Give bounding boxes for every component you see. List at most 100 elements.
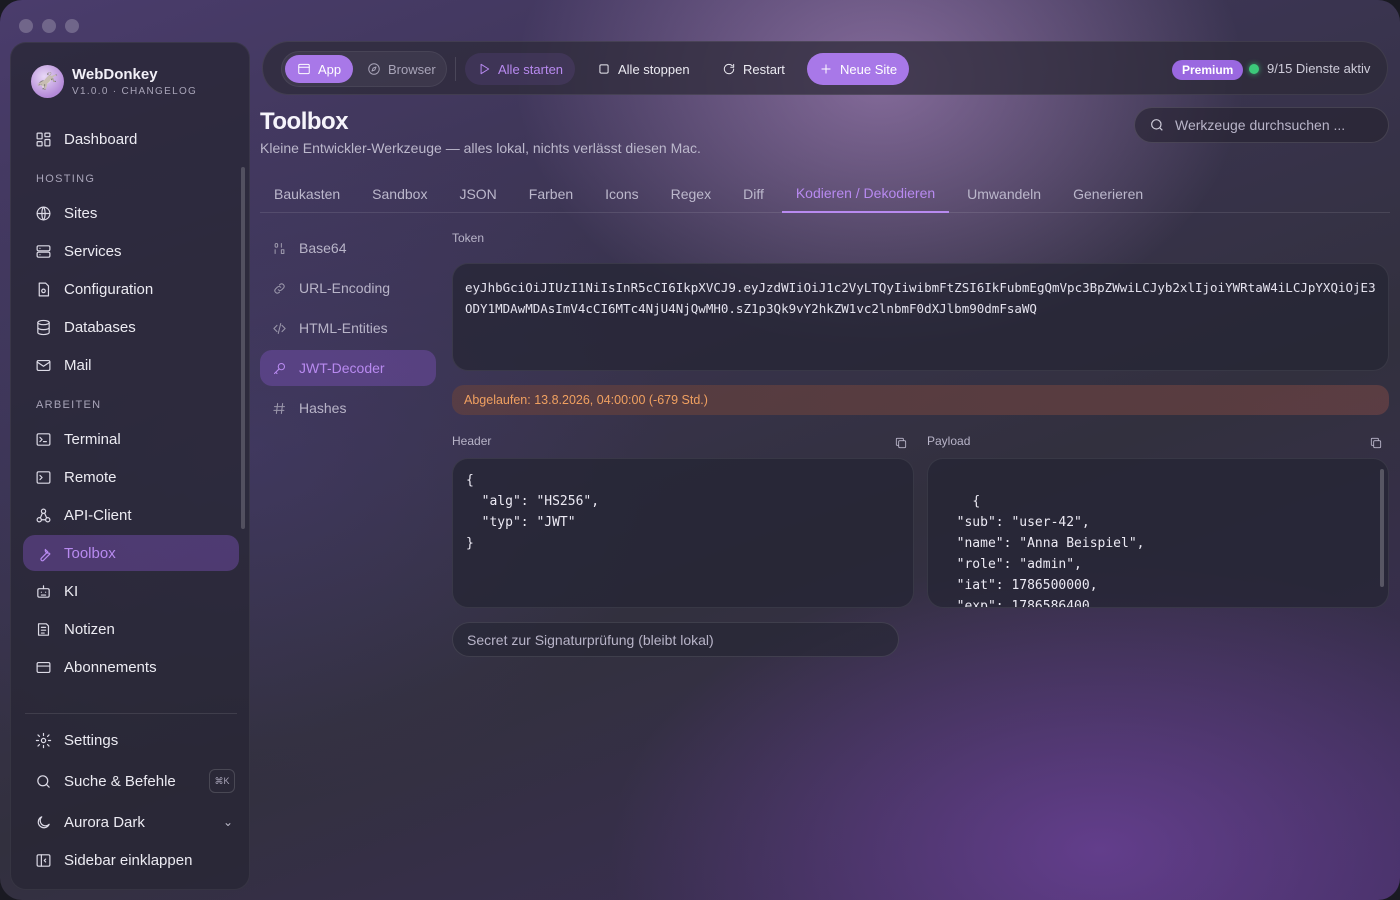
tab-json[interactable]: JSON: [445, 175, 510, 213]
new-site-button[interactable]: Neue Site: [807, 53, 910, 85]
tool-search-input[interactable]: [1175, 117, 1375, 133]
sidebar-item-search[interactable]: Suche & Befehle ⌘K: [23, 763, 239, 799]
sidebar-item-label: Toolbox: [64, 544, 116, 562]
sidebar-scrollbar[interactable]: [241, 167, 245, 529]
tool-jwt-decoder[interactable]: JWT-Decoder: [260, 350, 436, 386]
sidebar-item-label: Sites: [64, 204, 98, 222]
sidebar-item-abonnements[interactable]: Abonnements: [23, 649, 239, 685]
browser-mode-label: Browser: [388, 61, 436, 77]
top-toolbar: App Browser Alle starten Alle stoppen Re…: [262, 41, 1388, 95]
tool-hashes[interactable]: Hashes: [260, 390, 436, 426]
browser-mode-button[interactable]: Browser: [355, 55, 448, 83]
token-input[interactable]: eyJhbGciOiJIUzI1NiIsInR5cCI6IkpXVCJ9.eyJ…: [452, 263, 1389, 371]
tool-url-encoding[interactable]: URL-Encoding: [260, 270, 436, 306]
app-mode-label: App: [318, 61, 342, 77]
binary-icon: [274, 242, 285, 254]
compass-icon: [368, 63, 380, 75]
tab-farben[interactable]: Farben: [515, 175, 587, 213]
sidebar-item-dashboard[interactable]: Dashboard: [23, 121, 239, 157]
tool-label: Base64: [299, 240, 347, 256]
sidebar-item-label: API-Client: [64, 506, 132, 524]
services-status: 9/15 Dienste aktiv: [1267, 61, 1371, 76]
start-all-label: Alle starten: [498, 61, 564, 77]
theme-label: Aurora Dark: [64, 813, 145, 831]
tool-base64[interactable]: Base64: [260, 230, 436, 266]
tool-label: URL-Encoding: [299, 280, 391, 296]
section-label-hosting: HOSTING: [36, 173, 96, 185]
sidebar-item-settings[interactable]: Settings: [23, 722, 239, 758]
copy-header-icon[interactable]: [894, 436, 908, 450]
stop-all-label: Alle stoppen: [618, 61, 690, 77]
tab-diff[interactable]: Diff: [729, 175, 778, 213]
hash-icon: [273, 402, 286, 414]
zoom-window-button[interactable]: [65, 19, 79, 33]
search-icon: [1151, 119, 1163, 131]
brand[interactable]: 🫏 WebDonkey V1.0.0 · CHANGELOG: [31, 65, 197, 98]
sidebar-item-label: KI: [64, 582, 79, 600]
sidebar-item-mail[interactable]: Mail: [23, 347, 239, 383]
tab-kodieren-dekodieren[interactable]: Kodieren / Dekodieren: [781, 175, 950, 213]
minimize-window-button[interactable]: [42, 19, 56, 33]
sidebar-item-configuration[interactable]: Configuration: [23, 271, 239, 307]
sidebar-item-terminal[interactable]: Terminal: [23, 421, 239, 457]
sidebar-item-label: Services: [64, 242, 122, 260]
new-site-label: Neue Site: [840, 61, 898, 77]
tool-label: HTML-Entities: [299, 320, 388, 336]
tab-sandbox[interactable]: Sandbox: [358, 175, 441, 213]
token-label: Token: [452, 231, 485, 245]
collapse-sidebar-button[interactable]: Sidebar einklappen: [23, 842, 239, 878]
stop-icon: [599, 64, 609, 74]
version-changelog-link[interactable]: V1.0.0 · CHANGELOG: [72, 86, 197, 97]
notes-icon: [37, 622, 50, 636]
window-controls: [19, 19, 79, 33]
sidebar-item-ki[interactable]: KI: [23, 573, 239, 609]
globe-icon: [36, 206, 51, 220]
restart-button[interactable]: Restart: [710, 53, 797, 85]
copy-payload-icon[interactable]: [1369, 436, 1383, 450]
tab-generieren[interactable]: Generieren: [1059, 175, 1157, 213]
window-icon: [298, 63, 310, 75]
payload-scrollbar[interactable]: [1380, 469, 1384, 587]
sidebar-divider: [25, 713, 237, 714]
sidebar-item-databases[interactable]: Databases: [23, 309, 239, 345]
app-window: 🫏 WebDonkey V1.0.0 · CHANGELOG Dashboard…: [0, 0, 1400, 900]
wrench-icon: [40, 548, 51, 561]
sidebar-item-sites[interactable]: Sites: [23, 195, 239, 231]
category-tabs: Baukasten Sandbox JSON Farben Icons Rege…: [260, 175, 1390, 213]
sidebar-item-services[interactable]: Services: [23, 233, 239, 269]
premium-badge[interactable]: Premium: [1172, 60, 1244, 80]
remote-icon: [36, 470, 51, 484]
tab-baukasten[interactable]: Baukasten: [260, 175, 354, 213]
sidebar-item-label: Remote: [64, 468, 117, 486]
sidebar-item-toolbox[interactable]: Toolbox: [23, 535, 239, 571]
sidebar-item-label: Dashboard: [64, 130, 138, 148]
close-window-button[interactable]: [19, 19, 33, 33]
sidebar-item-remote[interactable]: Remote: [23, 459, 239, 495]
mail-icon: [36, 359, 51, 371]
sidebar-item-label: Terminal: [64, 430, 121, 448]
chevron-down-icon: ⌄: [222, 815, 233, 829]
app-mode-button[interactable]: App: [285, 55, 354, 83]
brand-name: WebDonkey: [72, 66, 158, 83]
tab-regex[interactable]: Regex: [657, 175, 725, 213]
key-icon: [273, 362, 286, 374]
sidebar-item-label: Sidebar einklappen: [64, 851, 193, 869]
stop-all-button[interactable]: Alle stoppen: [585, 53, 702, 85]
tab-icons[interactable]: Icons: [591, 175, 652, 213]
sidebar-item-api-client[interactable]: API-Client: [23, 497, 239, 533]
sidebar-item-notizen[interactable]: Notizen: [23, 611, 239, 647]
page-title: Toolbox: [260, 108, 349, 135]
header-label: Header: [452, 434, 492, 448]
tool-list: Base64 URL-Encoding HTML-Entities JWT-De…: [260, 230, 436, 430]
tab-umwandeln[interactable]: Umwandeln: [953, 175, 1055, 213]
start-all-button[interactable]: Alle starten: [465, 53, 576, 85]
sidebar-nav: Dashboard HOSTING Sites Services Configu…: [23, 121, 239, 687]
payload-json-text: { "sub": "user-42", "name": "Anna Beispi…: [956, 494, 1145, 608]
theme-selector[interactable]: Aurora Dark ⌄: [23, 804, 239, 840]
header-json-output: { "alg": "HS256", "typ": "JWT" }: [452, 458, 914, 608]
tool-html-entities[interactable]: HTML-Entities: [260, 310, 436, 346]
plus-icon: [821, 64, 831, 74]
secret-input[interactable]: [467, 623, 887, 656]
section-label-arbeiten: ARBEITEN: [36, 399, 102, 411]
sidebar-item-label: Abonnements: [64, 658, 157, 676]
